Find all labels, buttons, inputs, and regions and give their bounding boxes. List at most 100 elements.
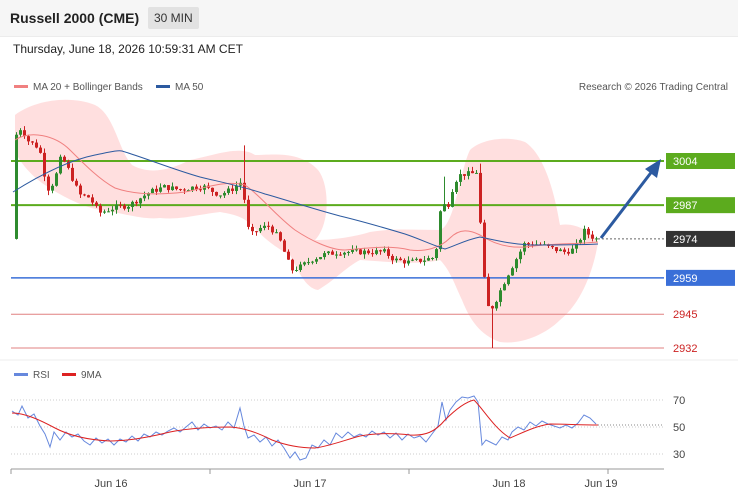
tag-3004: 3004 — [673, 156, 697, 168]
candle-down — [87, 195, 90, 198]
tag-2945: 2945 — [673, 309, 697, 321]
candle-up — [395, 258, 398, 261]
candle-down — [387, 249, 390, 256]
candle-up — [191, 186, 194, 191]
candle-down — [463, 174, 466, 176]
candle-down — [555, 247, 558, 252]
candle-up — [383, 249, 386, 252]
candle-up — [227, 188, 230, 193]
arrow-shaft — [599, 169, 655, 239]
candle-down — [267, 225, 270, 227]
candle-down — [215, 191, 218, 196]
ma50-legend-label: MA 50 — [175, 82, 204, 93]
candle-up — [439, 211, 442, 250]
candle-up — [219, 195, 222, 197]
candle-up — [515, 259, 518, 269]
ma20-legend-label: MA 20 + Bollinger Bands — [33, 82, 143, 93]
candle-up — [275, 232, 278, 234]
candle-up — [423, 260, 426, 262]
ma50-legend-swatch — [156, 85, 170, 88]
candle-up — [503, 284, 506, 291]
candle-down — [331, 251, 334, 255]
tag-2974: 2974 — [673, 234, 697, 246]
candle-up — [131, 201, 134, 207]
candle-up — [499, 290, 502, 302]
candle-down — [551, 245, 554, 248]
candle-up — [415, 258, 418, 260]
candle-up — [163, 185, 166, 188]
candle-up — [303, 262, 306, 265]
candle-up — [263, 225, 266, 228]
candle-up — [151, 188, 154, 193]
candle-up — [59, 156, 62, 174]
candle-up — [171, 186, 174, 191]
candle-down — [271, 226, 274, 233]
candle-down — [123, 205, 126, 209]
candle-down — [231, 188, 234, 191]
candle-down — [135, 201, 138, 204]
candle-down — [287, 251, 290, 260]
candle-up — [343, 252, 346, 255]
tag-2932: 2932 — [673, 343, 697, 355]
candle-down — [479, 172, 482, 223]
candle-up — [143, 195, 146, 199]
candle-down — [63, 156, 66, 162]
candle-down — [83, 194, 86, 196]
candle-up — [111, 209, 114, 212]
candle-up — [139, 198, 142, 204]
candle-down — [591, 234, 594, 239]
candle-up — [435, 249, 438, 259]
candle-up — [559, 249, 562, 252]
candle-down — [447, 204, 450, 207]
candle-down — [563, 249, 566, 252]
candle-down — [399, 258, 402, 261]
candle-up — [55, 173, 58, 186]
rsi-ma-legend-swatch — [62, 373, 76, 376]
rsi-tick-70: 70 — [673, 395, 685, 407]
candle-down — [119, 204, 122, 206]
candle-down — [339, 254, 342, 256]
target-arrow — [599, 159, 661, 239]
candle-down — [391, 255, 394, 261]
candle-up — [475, 172, 478, 174]
candle-up — [315, 259, 318, 262]
candle-down — [211, 187, 214, 192]
candle-up — [407, 260, 410, 264]
tag-2959: 2959 — [673, 273, 697, 285]
candle-down — [379, 250, 382, 252]
date-label-jun17: Jun 17 — [293, 478, 326, 490]
candle-up — [431, 258, 434, 260]
candle-up — [571, 248, 574, 254]
candle-up — [507, 275, 510, 285]
candle-up — [15, 134, 18, 239]
rsi-legend-swatch — [14, 373, 28, 376]
candle-down — [487, 276, 490, 307]
candle-down — [419, 258, 422, 262]
candle-down — [175, 186, 178, 190]
rsi-legend-label: RSI — [33, 370, 50, 381]
candle-up — [311, 261, 314, 263]
time-axis-ticks: Jun 16 Jun 17 Jun 18 Jun 19 — [10, 469, 618, 490]
candle-down — [79, 185, 82, 195]
candle-up — [323, 253, 326, 258]
candle-up — [103, 211, 106, 213]
candle-down — [179, 189, 182, 191]
candle-up — [51, 185, 54, 191]
main-legend: MA 20 + Bollinger Bands MA 50 Research ©… — [14, 82, 728, 93]
candle-down — [91, 197, 94, 203]
candle-up — [259, 227, 262, 232]
source-credit: Research © 2026 Trading Central — [579, 82, 728, 93]
candle-down — [199, 189, 202, 191]
rsi-tick-30: 30 — [673, 449, 685, 461]
bollinger-band — [15, 99, 598, 343]
candle-up — [451, 192, 454, 207]
candle-up — [107, 211, 110, 213]
candle-down — [47, 176, 50, 191]
candle-down — [75, 180, 78, 186]
candle-up — [115, 204, 118, 210]
candle-down — [471, 171, 474, 174]
candle-down — [167, 185, 170, 191]
candle-down — [155, 188, 158, 192]
candle-down — [367, 250, 370, 254]
candle-up — [455, 181, 458, 193]
